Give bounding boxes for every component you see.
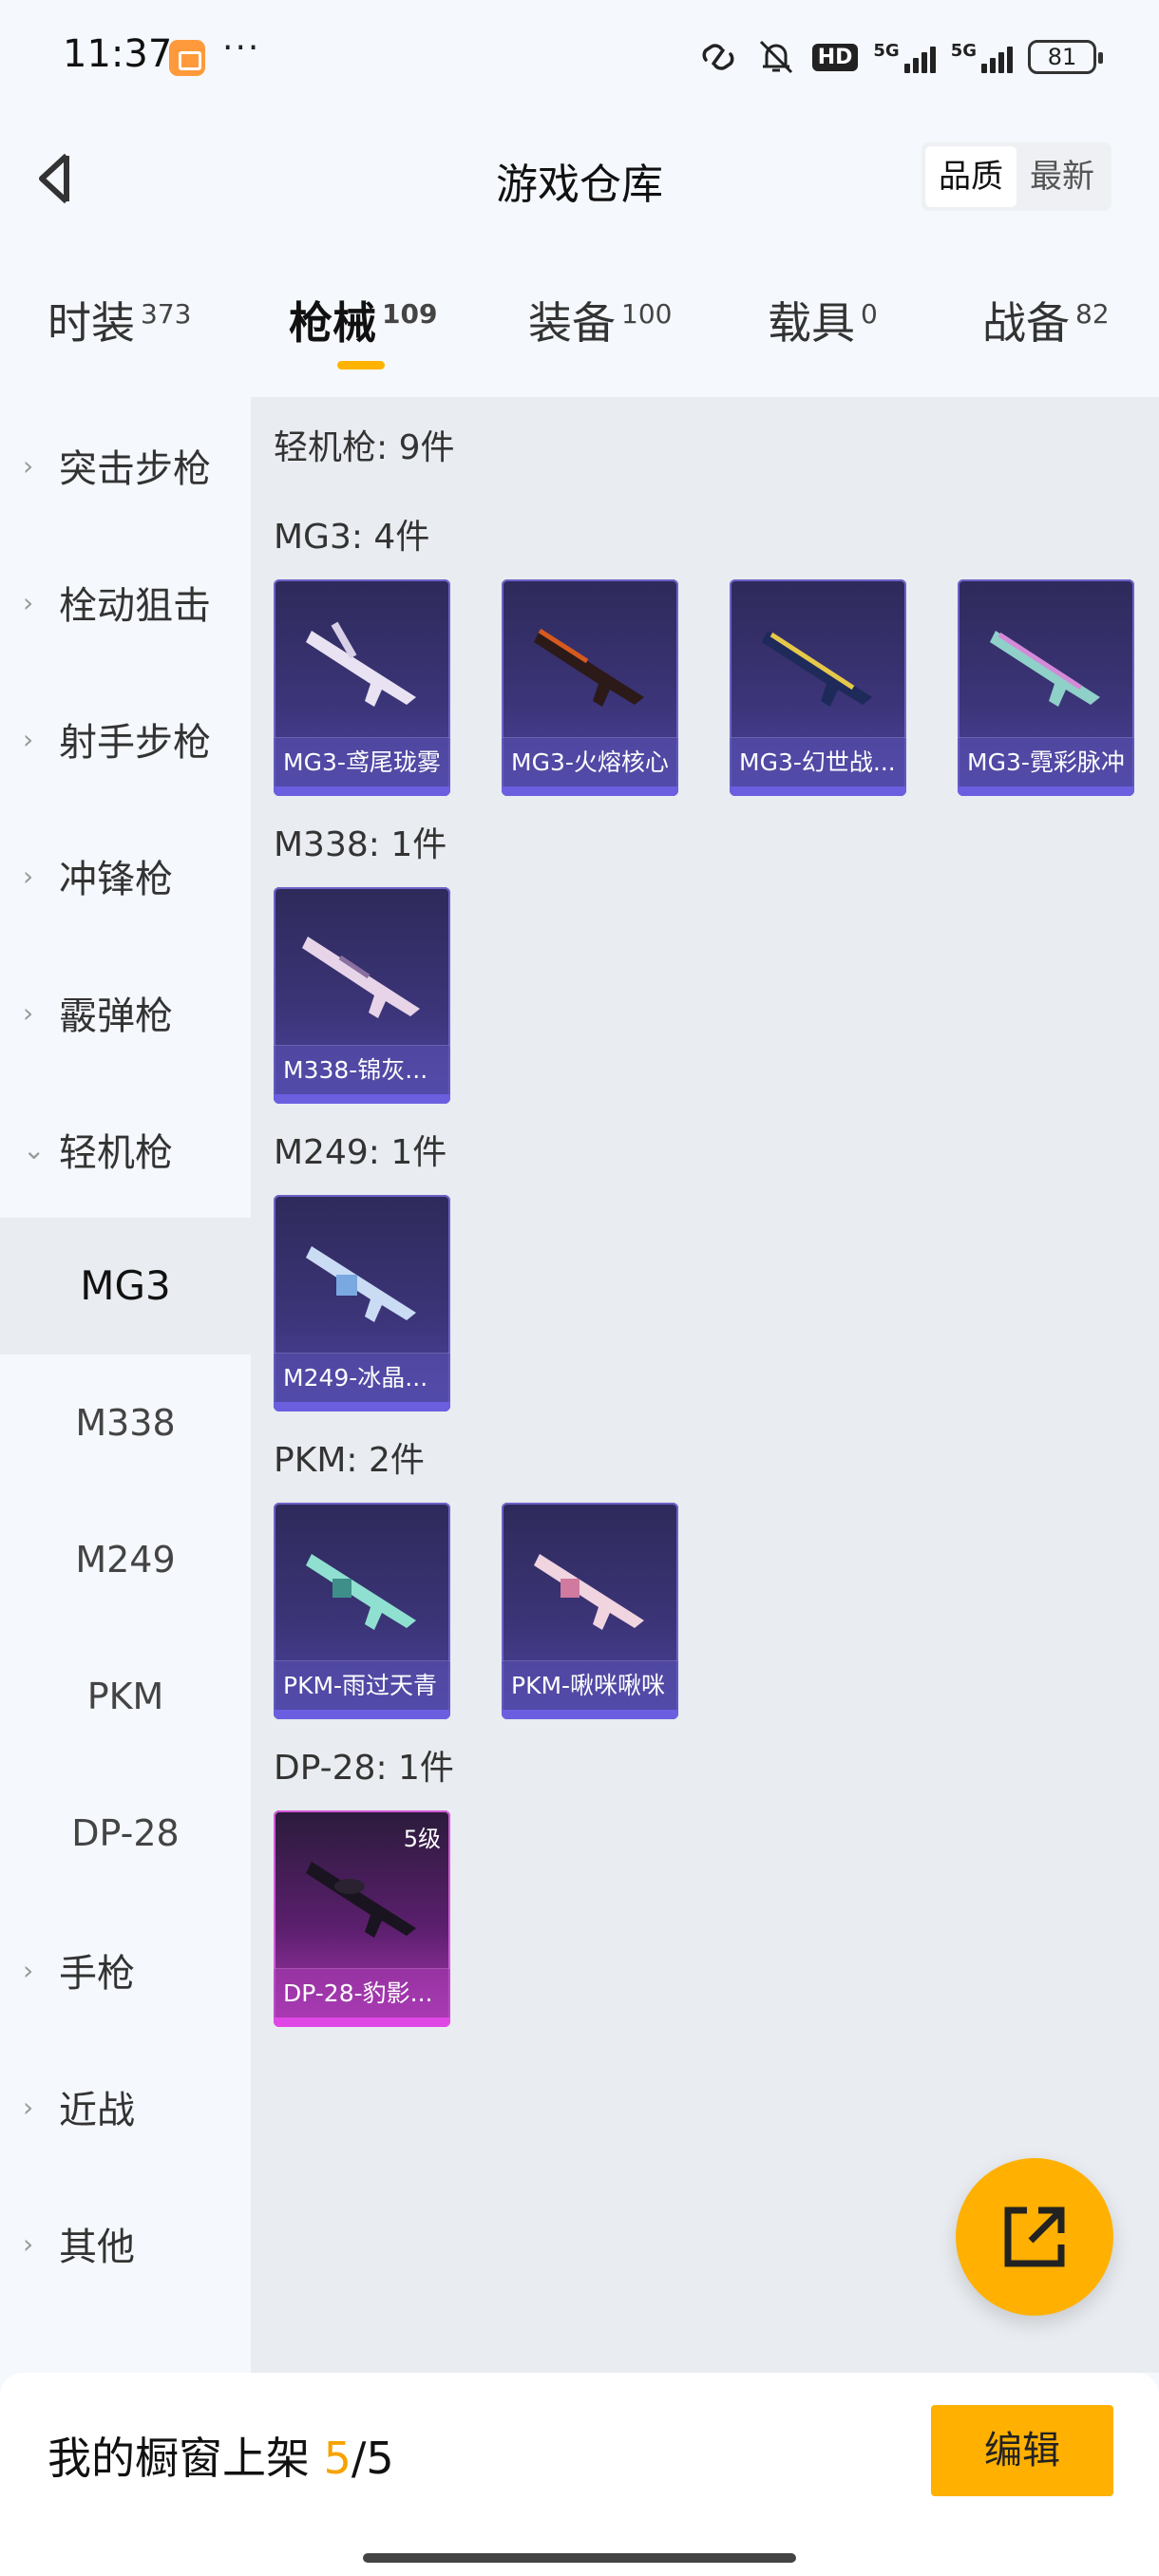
rarity-bar	[274, 1710, 450, 1719]
rarity-bar	[274, 2017, 450, 2027]
sidebar-item-shotgun[interactable]: › 霰弹枪	[0, 944, 251, 1081]
more-notifications-icon: ···	[222, 28, 261, 67]
item-card[interactable]: MG3-鸢尾珑雾	[274, 579, 450, 796]
category-tabs: 时装 373 枪械 109 装备 100 载具 0 战备 82	[0, 266, 1159, 389]
rarity-bar	[502, 1710, 678, 1719]
sidebar-item-smg[interactable]: › 冲锋枪	[0, 807, 251, 944]
sort-newest-button[interactable]: 最新	[1016, 146, 1108, 207]
lmg-icon	[306, 1246, 416, 1322]
item-card[interactable]: MG3-幻世战...	[730, 579, 906, 796]
sort-quality-button[interactable]: 品质	[925, 146, 1016, 207]
sidebar-subitem-mg3[interactable]: MG3	[0, 1218, 251, 1354]
item-card[interactable]: MG3-霓彩脉冲	[958, 579, 1134, 796]
share-button[interactable]	[956, 2158, 1113, 2316]
group-label-m338: M338: 1件	[274, 825, 447, 864]
category-sidebar: › 突击步枪 › 栓动狙击 › 射手步枪 › 冲锋枪 › 霰弹枪 ⌄ 轻机枪 MG3 M33…	[0, 397, 251, 2373]
lmg-icon	[534, 628, 644, 707]
hd-voice-icon: HD	[811, 43, 859, 71]
rarity-bar	[274, 1094, 450, 1104]
tab-fashion[interactable]: 时装 373	[48, 289, 191, 351]
tab-vehicles[interactable]: 载具 0	[768, 289, 878, 351]
sidebar-item-melee[interactable]: › 近战	[0, 2038, 251, 2175]
top-header: 游戏仓库 品质 最新	[0, 123, 1159, 237]
rarity-bar	[958, 786, 1134, 796]
status-bar: 11:37 ··· HD 5G 5G 81	[0, 0, 1159, 114]
sidebar-item-other[interactable]: › 其他	[0, 2175, 251, 2312]
item-card[interactable]: M338-锦灰...	[274, 887, 450, 1104]
tab-equipment[interactable]: 装备 100	[528, 289, 672, 351]
chevron-right-icon: ›	[23, 860, 34, 892]
rifle-icon	[302, 937, 420, 1018]
link-icon	[702, 44, 734, 70]
item-name: MG3-火熔核心	[502, 737, 678, 786]
lmg-icon	[762, 631, 872, 707]
item-name: MG3-鸢尾珑雾	[274, 737, 450, 786]
chevron-down-icon: ⌄	[23, 1133, 46, 1165]
rarity-bar	[274, 786, 450, 796]
sidebar-subitem-m338[interactable]: M338	[0, 1354, 251, 1491]
item-name: M338-锦灰...	[274, 1045, 450, 1094]
chevron-right-icon: ›	[23, 586, 34, 618]
rarity-bar	[274, 1402, 450, 1411]
notification-app-icon	[169, 40, 205, 76]
item-card[interactable]: M249-冰晶...	[274, 1195, 450, 1411]
rarity-bar	[502, 786, 678, 796]
group-label-pkm: PKM: 2件	[274, 1441, 425, 1480]
sidebar-subitem-dp28[interactable]: DP-28	[0, 1765, 251, 1902]
signal-5g-icon: 5G	[873, 41, 936, 73]
sidebar-item-assault-rifle[interactable]: › 突击步枪	[0, 397, 251, 534]
group-label-mg3: MG3: 4件	[274, 518, 430, 557]
tab-firearms[interactable]: 枪械 109	[289, 289, 437, 351]
chevron-right-icon: ›	[23, 1954, 34, 1986]
sidebar-item-lmg[interactable]: ⌄ 轻机枪	[0, 1081, 251, 1218]
signal-5g-icon-2: 5G	[951, 41, 1013, 73]
item-card[interactable]: 5级 DP-28-豹影...	[274, 1810, 450, 2027]
section-title: 轻机枪: 9件	[274, 428, 455, 467]
showcase-status: 我的橱窗上架 5/5	[48, 2433, 394, 2484]
lmg-icon	[306, 621, 416, 707]
chevron-right-icon: ›	[23, 996, 34, 1029]
chevron-right-icon: ›	[23, 2227, 34, 2260]
lmg-icon	[306, 1862, 416, 1938]
chevron-right-icon: ›	[23, 449, 34, 482]
external-link-icon	[1004, 2207, 1065, 2267]
bottom-bar: 我的橱窗上架 5/5 编辑	[0, 2373, 1159, 2576]
item-name: DP-28-豹影...	[274, 1968, 450, 2017]
item-name: M249-冰晶...	[274, 1353, 450, 1402]
item-card[interactable]: PKM-雨过天青	[274, 1503, 450, 1719]
sidebar-subitem-pkm[interactable]: PKM	[0, 1628, 251, 1765]
sidebar-subitem-m249[interactable]: M249	[0, 1491, 251, 1628]
item-name: PKM-啾咪啾咪	[502, 1660, 678, 1710]
group-label-m249: M249: 1件	[274, 1133, 447, 1172]
item-name: MG3-霓彩脉冲	[958, 737, 1134, 786]
sidebar-item-bolt-sniper[interactable]: › 栓动狙击	[0, 534, 251, 671]
home-indicator[interactable]	[363, 2553, 796, 2563]
battery-icon: 81	[1028, 40, 1103, 74]
chevron-right-icon: ›	[23, 2091, 34, 2123]
item-name: MG3-幻世战...	[730, 737, 906, 786]
group-label-dp28: DP-28: 1件	[274, 1749, 454, 1788]
status-time: 11:37	[63, 32, 173, 76]
rarity-bar	[730, 786, 906, 796]
mute-bell-icon	[759, 40, 792, 74]
chevron-right-icon: ›	[23, 723, 34, 755]
edit-button[interactable]: 编辑	[931, 2405, 1113, 2496]
active-tab-indicator	[337, 361, 385, 369]
sidebar-item-pistol[interactable]: › 手枪	[0, 1902, 251, 2038]
lmg-icon	[990, 631, 1100, 707]
item-card[interactable]: MG3-火熔核心	[502, 579, 678, 796]
lmg-icon	[306, 1554, 416, 1630]
item-name: PKM-雨过天青	[274, 1660, 450, 1710]
sidebar-item-marksman-rifle[interactable]: › 射手步枪	[0, 671, 251, 807]
tab-gear[interactable]: 战备 82	[982, 289, 1110, 351]
item-grid-panel: 轻机枪: 9件 MG3: 4件 MG3-鸢尾珑雾 MG3-火熔核心 MG3-幻世…	[251, 397, 1159, 2373]
lmg-icon	[534, 1554, 644, 1630]
sort-toggle[interactable]: 品质 最新	[922, 142, 1112, 211]
item-card[interactable]: PKM-啾咪啾咪	[502, 1503, 678, 1719]
